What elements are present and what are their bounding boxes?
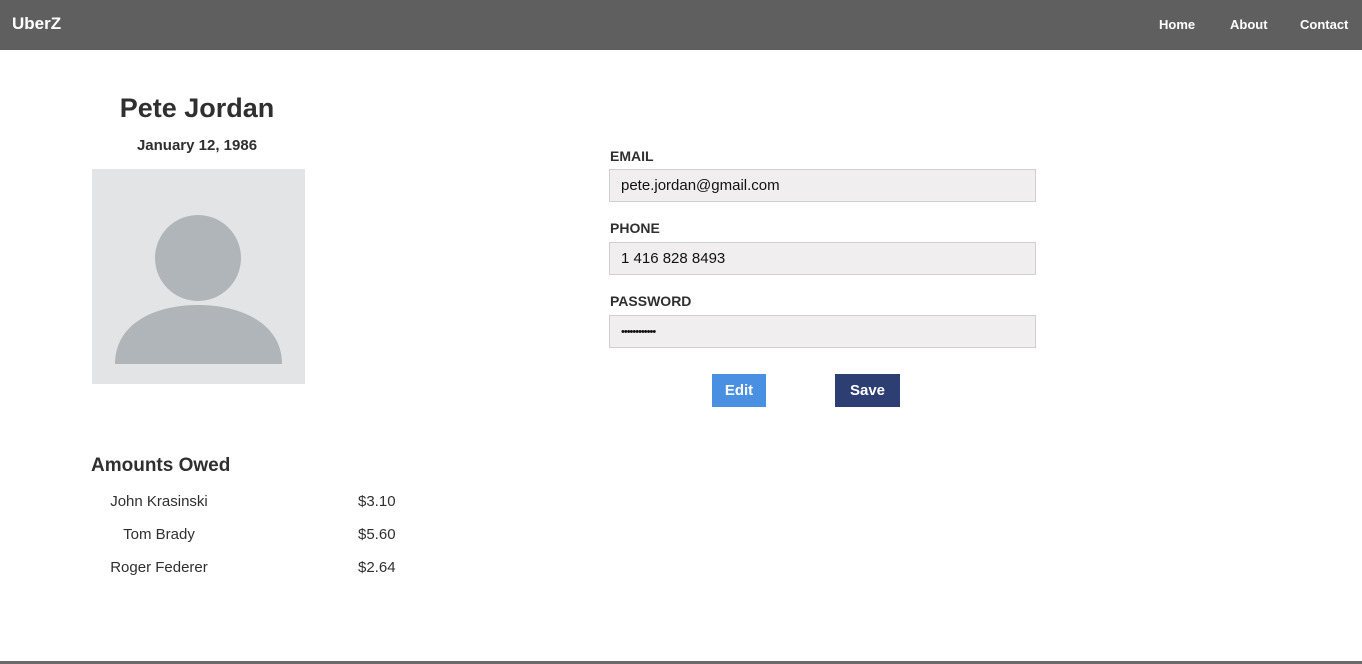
password-field[interactable] — [609, 315, 1036, 348]
user-silhouette-icon — [115, 215, 282, 364]
debtor-name: John Krasinski — [110, 493, 208, 510]
password-label: PASSWORD — [610, 293, 692, 309]
amounts-owed-heading: Amounts Owed — [91, 455, 231, 476]
nav-link-home[interactable]: Home — [1159, 17, 1195, 32]
list-item: Roger Federer $2.64 — [0, 559, 420, 579]
edit-button[interactable]: Edit — [712, 374, 766, 407]
profile-name: Pete Jordan — [119, 93, 275, 123]
phone-field[interactable] — [609, 242, 1036, 275]
avatar — [92, 169, 305, 384]
brand-logo[interactable]: UberZ — [12, 14, 61, 34]
phone-label: PHONE — [610, 220, 660, 236]
debtor-name: Tom Brady — [123, 526, 195, 543]
owed-amount: $2.64 — [358, 559, 396, 576]
list-item: John Krasinski $3.10 — [0, 493, 420, 513]
email-label: EMAIL — [610, 148, 654, 164]
nav-link-about[interactable]: About — [1230, 17, 1268, 32]
top-navbar: UberZ Home About Contact — [0, 0, 1362, 50]
owed-amount: $3.10 — [358, 493, 396, 510]
debtor-name: Roger Federer — [110, 559, 208, 576]
profile-date-of-birth: January 12, 1986 — [136, 137, 258, 154]
nav-link-contact[interactable]: Contact — [1300, 17, 1348, 32]
owed-amount: $5.60 — [358, 526, 396, 543]
email-field[interactable] — [609, 169, 1036, 202]
save-button[interactable]: Save — [835, 374, 900, 407]
list-item: Tom Brady $5.60 — [0, 526, 420, 546]
